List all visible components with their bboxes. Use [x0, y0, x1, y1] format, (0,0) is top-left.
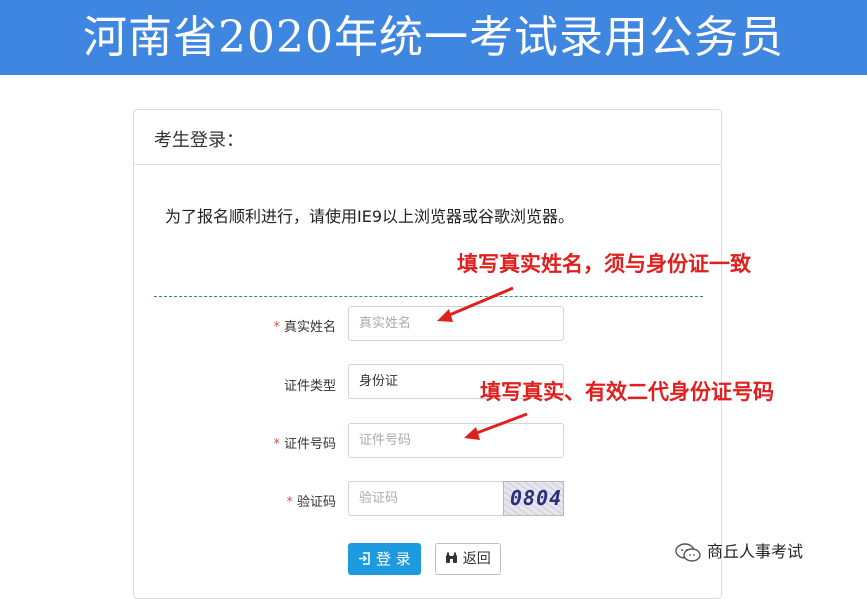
required-mark: *	[273, 437, 280, 452]
login-panel: 考生登录： 为了报名顺利进行，请使用IE9以上浏览器或谷歌浏览器。	[133, 109, 722, 599]
name-input-placeholder: 真实姓名	[359, 316, 412, 331]
login-button-label: 登 录	[376, 550, 411, 568]
watermark: 商丘人事考试	[675, 538, 803, 564]
captcha-label: * 验证码	[216, 491, 336, 510]
login-button[interactable]: 登 录	[348, 543, 421, 575]
browser-notice: 为了报名顺利进行，请使用IE9以上浏览器或谷歌浏览器。	[165, 207, 575, 226]
name-hint-annotation: 填写真实姓名，须与身份证一致	[457, 252, 751, 276]
panel-heading: 考生登录：	[134, 110, 721, 165]
id-type-value: 身份证	[359, 374, 399, 389]
binoculars-icon	[445, 551, 462, 567]
watermark-text: 商丘人事考试	[707, 542, 804, 561]
id-number-input[interactable]: 证件号码	[348, 423, 564, 458]
header-banner: 河南省2020年统一考试录用公务员	[0, 0, 867, 75]
captcha-input-placeholder: 验证码	[359, 491, 399, 506]
divider	[154, 296, 703, 297]
id-hint-annotation: 填写真实、有效二代身份证号码	[480, 380, 774, 404]
back-button[interactable]: 返回	[435, 543, 501, 575]
back-button-label: 返回	[462, 551, 491, 567]
page-title: 河南省2020年统一考试录用公务员	[83, 12, 784, 63]
login-icon	[358, 550, 376, 568]
name-label-text: 真实姓名	[283, 320, 336, 335]
captcha-input[interactable]: 验证码	[348, 481, 504, 516]
id-type-label-text: 证件类型	[283, 379, 336, 394]
required-mark: *	[273, 320, 280, 335]
name-label: * 真实姓名	[216, 316, 336, 335]
required-mark: *	[286, 495, 293, 510]
panel-heading-title: 考生登录：	[154, 130, 244, 151]
id-number-label-text: 证件号码	[283, 437, 336, 452]
captcha-label-text: 验证码	[296, 495, 336, 510]
captcha-image[interactable]: 0804	[503, 481, 564, 516]
wechat-icon	[675, 542, 701, 563]
captcha-code: 0804	[510, 486, 563, 510]
name-input[interactable]: 真实姓名	[348, 306, 564, 341]
id-number-input-placeholder: 证件号码	[359, 433, 412, 448]
id-type-label: 证件类型	[216, 375, 336, 394]
id-number-label: * 证件号码	[216, 433, 336, 452]
